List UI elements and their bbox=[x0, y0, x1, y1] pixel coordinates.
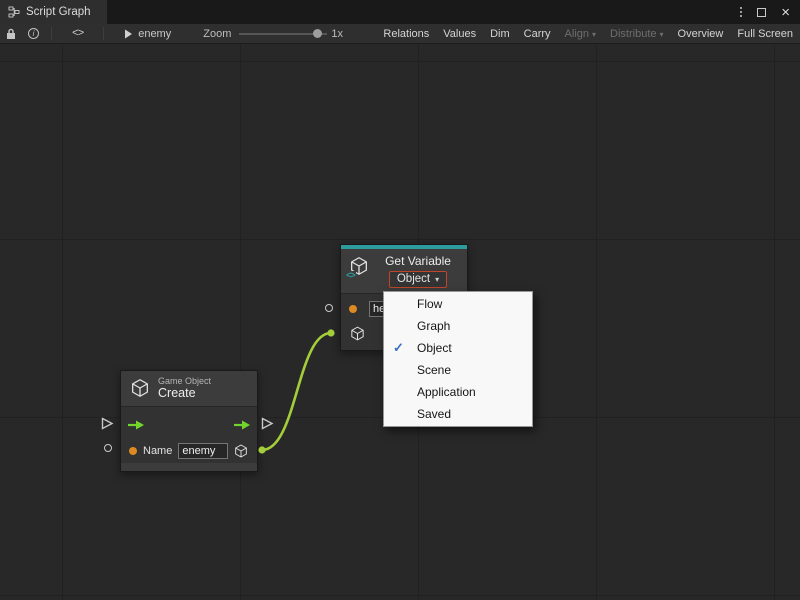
get-variable-value-input-port[interactable] bbox=[325, 304, 333, 312]
title-bar: Script Graph × bbox=[0, 0, 800, 24]
node-title: Create bbox=[158, 386, 211, 400]
chevron-down-icon: ▾ bbox=[660, 30, 664, 39]
node-body: Name bbox=[121, 406, 257, 463]
script-graph-icon bbox=[8, 6, 20, 18]
menu-item-application[interactable]: Application bbox=[384, 381, 532, 403]
distribute-button[interactable]: Distribute ▾ bbox=[603, 24, 670, 44]
lock-button[interactable] bbox=[0, 24, 22, 44]
graph-breadcrumb[interactable]: enemy bbox=[118, 28, 177, 40]
node-header[interactable]: <> Get Variable Object ▾ bbox=[341, 249, 467, 293]
variable-scope-menu: Flow Graph ✓ Object Scene Application Sa… bbox=[383, 291, 533, 427]
flow-row bbox=[121, 415, 257, 435]
values-button[interactable]: Values bbox=[436, 24, 483, 44]
menu-item-saved[interactable]: Saved bbox=[384, 403, 532, 425]
code-view-button[interactable]: <> bbox=[66, 24, 89, 44]
chevron-down-icon: ▾ bbox=[592, 30, 596, 39]
name-label: Name bbox=[143, 445, 172, 457]
menu-item-graph[interactable]: Graph bbox=[384, 315, 532, 337]
window-controls: × bbox=[740, 0, 800, 24]
graph-owner-icon bbox=[124, 29, 133, 39]
tab-title: Script Graph bbox=[26, 6, 91, 18]
toolbar-buttons: Relations Values Dim Carry Align ▾ Distr… bbox=[376, 24, 800, 44]
variable-scope-dropdown[interactable]: Object ▾ bbox=[389, 271, 447, 288]
overview-button[interactable]: Overview bbox=[671, 24, 731, 44]
node-category: Game Object bbox=[158, 376, 211, 386]
node-title-block: Get Variable Object ▾ bbox=[376, 254, 460, 288]
zoom-value: 1x bbox=[331, 28, 343, 40]
code-badge-icon: <> bbox=[345, 271, 356, 281]
lock-icon bbox=[6, 28, 16, 40]
create-flow-input-port[interactable] bbox=[101, 417, 114, 430]
maximize-button[interactable] bbox=[757, 8, 766, 17]
close-button[interactable]: × bbox=[781, 5, 790, 20]
variable-cube-icon: <> bbox=[348, 255, 370, 277]
node-header[interactable]: Game Object Create bbox=[121, 371, 257, 406]
carry-button[interactable]: Carry bbox=[517, 24, 558, 44]
menu-item-scene[interactable]: Scene bbox=[384, 359, 532, 381]
create-name-value-port[interactable] bbox=[104, 444, 112, 452]
window-menu-button[interactable] bbox=[740, 5, 743, 19]
name-row: Name bbox=[121, 439, 257, 463]
node-game-object-create[interactable]: Game Object Create Name bbox=[120, 370, 258, 472]
full-screen-button[interactable]: Full Screen bbox=[730, 24, 800, 44]
graph-toolbar: i <> enemy Zoom 1x Relations Values Dim … bbox=[0, 24, 800, 44]
check-icon: ✓ bbox=[393, 337, 404, 359]
node-title-block: Game Object Create bbox=[158, 376, 211, 401]
name-input[interactable] bbox=[178, 443, 228, 459]
relations-button[interactable]: Relations bbox=[376, 24, 436, 44]
toolbar-separator bbox=[51, 27, 52, 40]
code-icon: <> bbox=[72, 28, 83, 40]
zoom-label: Zoom bbox=[203, 28, 231, 40]
flow-out-arrow-icon[interactable] bbox=[234, 420, 250, 433]
toolbar-separator bbox=[103, 27, 104, 40]
node-title: Get Variable bbox=[385, 254, 451, 268]
info-icon: i bbox=[28, 28, 39, 39]
graph-name: enemy bbox=[138, 28, 171, 40]
script-graph-window: { "window": { "tab_title": "Script Graph… bbox=[0, 0, 800, 600]
dim-button[interactable]: Dim bbox=[483, 24, 517, 44]
menu-item-flow[interactable]: Flow bbox=[384, 293, 532, 315]
object-input-port-icon[interactable] bbox=[349, 325, 366, 342]
game-object-cube-icon bbox=[129, 377, 151, 399]
zoom-slider-handle[interactable] bbox=[313, 29, 322, 38]
tab-script-graph[interactable]: Script Graph bbox=[0, 0, 107, 24]
create-flow-output-port[interactable] bbox=[261, 417, 274, 430]
info-button[interactable]: i bbox=[22, 24, 45, 44]
scope-value: Object bbox=[397, 273, 430, 285]
name-input-port[interactable] bbox=[349, 305, 357, 313]
zoom-slider[interactable] bbox=[239, 27, 327, 41]
flow-in-arrow-icon[interactable] bbox=[128, 420, 144, 433]
chevron-down-icon: ▾ bbox=[435, 275, 439, 284]
name-input-port[interactable] bbox=[129, 447, 137, 455]
align-button[interactable]: Align ▾ bbox=[558, 24, 603, 44]
game-object-output-port-icon[interactable] bbox=[233, 443, 249, 459]
menu-item-object[interactable]: ✓ Object bbox=[384, 337, 532, 359]
